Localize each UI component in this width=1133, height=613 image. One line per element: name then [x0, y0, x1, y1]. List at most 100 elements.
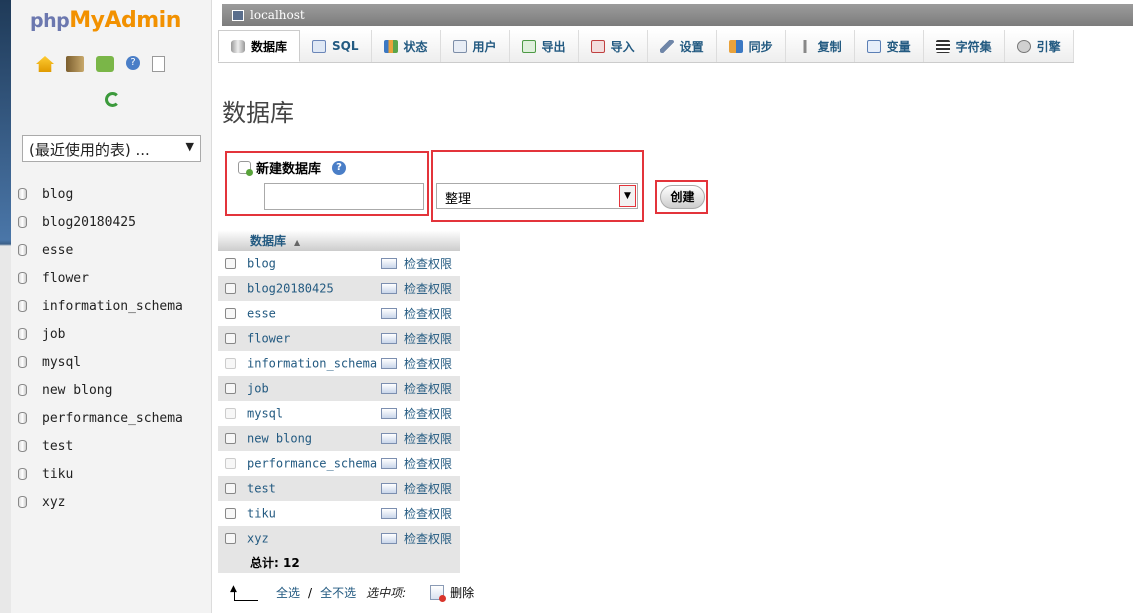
sidebar-db-item[interactable]: blog — [18, 180, 183, 208]
tab-settings[interactable]: 设置 — [647, 30, 717, 62]
sidebar-db-item[interactable]: new blong — [18, 376, 183, 404]
row-checkbox[interactable] — [225, 533, 236, 545]
sidebar-db-label[interactable]: performance_schema — [42, 411, 183, 426]
server-name[interactable]: localhost — [250, 8, 305, 22]
check-privileges-link[interactable]: 检查权限 — [404, 382, 452, 396]
privileges-icon[interactable] — [381, 358, 397, 369]
sidebar-db-item[interactable]: esse — [18, 236, 183, 264]
sidebar-db-item[interactable]: flower — [18, 264, 183, 292]
sidebar-db-item[interactable]: performance_schema — [18, 404, 183, 432]
sidebar-db-item[interactable]: information_schema — [18, 292, 183, 320]
privileges-icon[interactable] — [381, 433, 397, 444]
select-all-link[interactable]: 全选 — [276, 584, 300, 601]
tab-export[interactable]: 导出 — [509, 30, 579, 62]
privileges-icon[interactable] — [381, 508, 397, 519]
row-checkbox[interactable] — [225, 308, 236, 320]
sidebar-db-label[interactable]: tiku — [42, 467, 73, 482]
exit-icon[interactable] — [96, 56, 114, 72]
chevron-down-icon[interactable]: ▼ — [619, 185, 636, 207]
sidebar-db-item[interactable]: test — [18, 432, 183, 460]
sidebar-db-label[interactable]: new blong — [42, 383, 112, 398]
sidebar-db-item[interactable]: tiku — [18, 460, 183, 488]
row-checkbox[interactable] — [225, 283, 236, 295]
tab-sync[interactable]: 同步 — [716, 30, 786, 62]
sidebar-db-item[interactable]: mysql — [18, 348, 183, 376]
help-icon[interactable]: ? — [332, 160, 347, 175]
sidebar-db-label[interactable]: mysql — [42, 355, 81, 370]
check-privileges-link[interactable]: 检查权限 — [404, 357, 452, 371]
deselect-all-link[interactable]: 全不选 — [320, 584, 356, 601]
recent-tables-select[interactable]: (最近使用的表) ... ▼ — [22, 135, 201, 162]
privileges-icon[interactable] — [381, 333, 397, 344]
create-button[interactable]: 创建 — [660, 185, 705, 209]
database-name-link[interactable]: blog20180425 — [247, 282, 334, 296]
check-privileges-link[interactable]: 检查权限 — [404, 257, 452, 271]
privileges-icon[interactable] — [381, 408, 397, 419]
tab-databases[interactable]: 数据库 — [218, 30, 301, 62]
sidebar-db-label[interactable]: blog20180425 — [42, 215, 136, 230]
database-name-link[interactable]: mysql — [247, 407, 283, 421]
database-name-link[interactable]: tiku — [247, 507, 276, 521]
tab-sql[interactable]: SQL — [300, 30, 372, 62]
database-name-link[interactable]: information_schema — [247, 357, 377, 371]
privileges-icon[interactable] — [381, 483, 397, 494]
home-icon[interactable] — [36, 56, 54, 72]
privileges-icon[interactable] — [381, 533, 397, 544]
sidebar-db-item[interactable]: job — [18, 320, 183, 348]
check-privileges-link[interactable]: 检查权限 — [404, 507, 452, 521]
check-privileges-link[interactable]: 检查权限 — [404, 282, 452, 296]
privileges-icon[interactable] — [381, 458, 397, 469]
delete-button[interactable]: 删除 — [450, 584, 474, 601]
tab-variables[interactable]: 变量 — [854, 30, 924, 62]
check-privileges-link[interactable]: 检查权限 — [404, 532, 452, 546]
column-header-database[interactable]: 数据库 ▲ — [218, 230, 379, 251]
collation-select[interactable]: 整理 ▼ — [436, 183, 638, 209]
database-name-input[interactable] — [264, 183, 424, 210]
reload-icon[interactable] — [105, 92, 120, 107]
row-checkbox[interactable] — [225, 258, 236, 270]
phpmyadmin-logo[interactable]: phpMyAdmin — [30, 8, 181, 33]
database-name-link[interactable]: performance_schema — [247, 457, 377, 471]
sidebar-db-label[interactable]: esse — [42, 243, 73, 258]
sidebar-db-item[interactable]: xyz — [18, 488, 183, 516]
tab-charset[interactable]: 字符集 — [923, 30, 1005, 62]
delete-icon[interactable] — [430, 585, 447, 602]
database-name-link[interactable]: test — [247, 482, 276, 496]
tab-users[interactable]: 用户 — [440, 30, 510, 62]
tab-status[interactable]: 状态 — [371, 30, 441, 62]
row-checkbox[interactable] — [225, 508, 236, 520]
sidebar-db-item[interactable]: blog20180425 — [18, 208, 183, 236]
database-name-link[interactable]: job — [247, 382, 269, 396]
check-privileges-link[interactable]: 检查权限 — [404, 407, 452, 421]
row-checkbox[interactable] — [225, 433, 236, 445]
check-privileges-link[interactable]: 检查权限 — [404, 332, 452, 346]
row-checkbox[interactable] — [225, 333, 236, 345]
privileges-icon[interactable] — [381, 383, 397, 394]
check-privileges-link[interactable]: 检查权限 — [404, 307, 452, 321]
check-privileges-link[interactable]: 检查权限 — [404, 432, 452, 446]
sidebar-db-label[interactable]: blog — [42, 187, 73, 202]
help-icon[interactable]: ? — [126, 56, 140, 70]
tab-import[interactable]: 导入 — [578, 30, 648, 62]
database-name-link[interactable]: blog — [247, 257, 276, 271]
privileges-icon[interactable] — [381, 258, 397, 269]
database-icon[interactable] — [66, 56, 84, 72]
database-name-link[interactable]: new blong — [247, 432, 312, 446]
check-privileges-link[interactable]: 检查权限 — [404, 482, 452, 496]
database-name-link[interactable]: esse — [247, 307, 276, 321]
sidebar-db-label[interactable]: test — [42, 439, 73, 454]
privileges-icon[interactable] — [381, 283, 397, 294]
sidebar-db-label[interactable]: information_schema — [42, 299, 183, 314]
database-name-link[interactable]: flower — [247, 332, 290, 346]
database-name-link[interactable]: xyz — [247, 532, 269, 546]
tab-engines[interactable]: 引擎 — [1004, 30, 1074, 62]
tab-replication[interactable]: 复制 — [785, 30, 855, 62]
row-checkbox[interactable] — [225, 483, 236, 495]
row-checkbox[interactable] — [225, 383, 236, 395]
sidebar-db-label[interactable]: flower — [42, 271, 89, 286]
privileges-icon[interactable] — [381, 308, 397, 319]
check-privileges-link[interactable]: 检查权限 — [404, 457, 452, 471]
sidebar-db-label[interactable]: xyz — [42, 495, 65, 510]
sidebar-db-label[interactable]: job — [42, 327, 65, 342]
documentation-icon[interactable] — [152, 56, 165, 72]
